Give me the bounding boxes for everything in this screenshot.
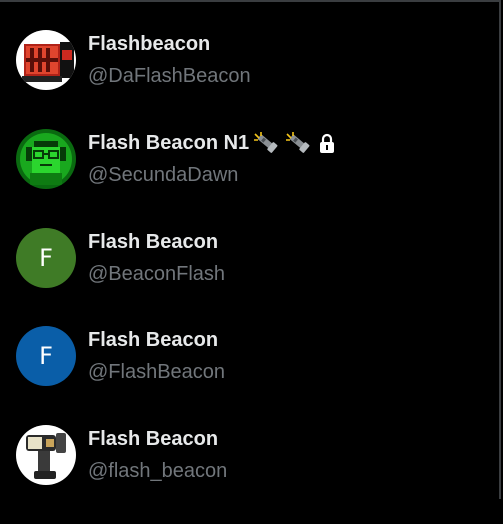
avatar xyxy=(16,129,76,189)
avatar xyxy=(16,425,76,485)
red-flashbeacon-avatar-icon xyxy=(16,30,76,90)
account-name: Flashbeacon xyxy=(88,33,211,55)
account-item[interactable]: Flashbeacon @DaFlashBeacon xyxy=(0,30,499,129)
account-handle: @DaFlashBeacon xyxy=(88,65,251,87)
avatar xyxy=(16,30,76,90)
lock-icon xyxy=(320,133,335,153)
flashbeacon-device-avatar-icon xyxy=(16,425,76,485)
account-name: Flash Beacon N1 xyxy=(88,131,335,155)
green-pixel-avatar-icon xyxy=(16,129,76,189)
account-name: Flash Beacon xyxy=(88,231,219,253)
account-item[interactable]: F Flash Beacon @BeaconFlash xyxy=(0,228,499,327)
account-handle: @SecundaDawn xyxy=(88,164,239,186)
avatar-letter: F xyxy=(39,244,53,272)
account-handle: @BeaconFlash xyxy=(88,263,226,285)
avatar: F xyxy=(16,326,76,386)
account-suggestions-dropdown: Flashbeacon @DaFlashBeacon Flash Beacon … xyxy=(0,0,501,499)
account-item[interactable]: Flash Beacon N1 @SecundaDawn xyxy=(0,129,499,228)
account-handle: @flash_beacon xyxy=(88,460,228,482)
avatar-letter: F xyxy=(39,342,53,370)
account-name: Flash Beacon xyxy=(88,329,219,351)
avatar: F xyxy=(16,228,76,288)
account-item[interactable]: Flash Beacon @flash_beacon xyxy=(0,425,499,524)
account-handle: @FlashBeacon xyxy=(88,361,226,383)
account-name: Flash Beacon xyxy=(88,428,219,450)
flashlight-emoji-icon xyxy=(254,132,278,153)
flashlight-emoji-icon xyxy=(286,132,310,153)
account-item[interactable]: F Flash Beacon @FlashBeacon xyxy=(0,326,499,425)
account-name-text: Flash Beacon N1 xyxy=(88,132,250,154)
